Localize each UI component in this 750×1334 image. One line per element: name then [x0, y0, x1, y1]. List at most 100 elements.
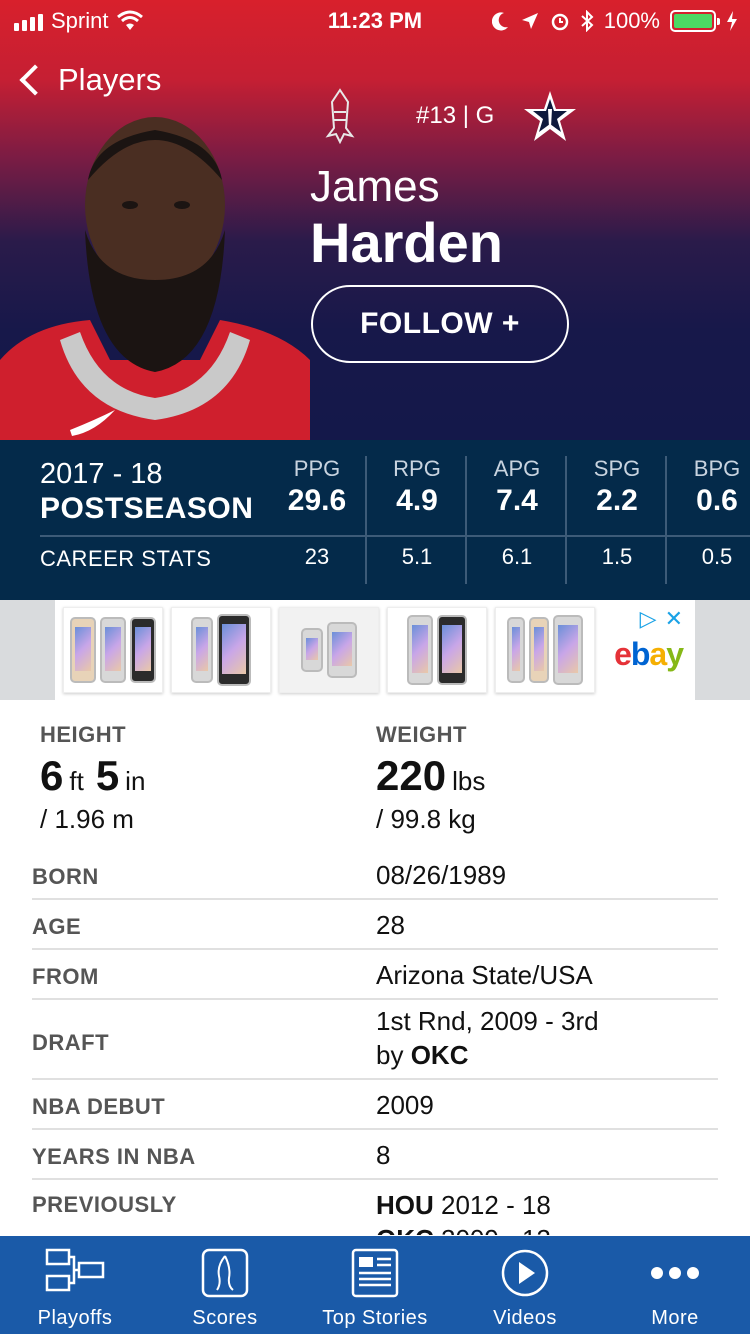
info-key: NBA DEBUT — [32, 1094, 166, 1119]
tab-more[interactable]: More — [600, 1236, 750, 1334]
height-label: HEIGHT — [40, 722, 127, 747]
player-bio: HEIGHT 6 ft 5 in / 1.96 m WEIGHT 220 lbs… — [0, 700, 750, 1235]
previous-team[interactable]: HOU — [376, 1190, 434, 1220]
info-value: 8 — [376, 1140, 391, 1170]
ad-product-image[interactable] — [63, 607, 163, 693]
charging-icon — [727, 11, 737, 31]
stat-label: APG — [493, 456, 541, 481]
info-value: 2009 — [376, 1090, 434, 1120]
stats-panel: 2017 - 18 POSTSEASON CAREER STATS PPG 29… — [0, 440, 750, 600]
player-first-name: James — [310, 162, 440, 211]
battery-icon — [670, 10, 720, 32]
info-key: FROM — [32, 964, 99, 989]
previous-years: 2009 - 12 — [441, 1224, 551, 1235]
alarm-icon — [551, 13, 568, 31]
status-bar: Sprint 11:23 PM 100% — [0, 0, 750, 40]
ad-product-image[interactable] — [171, 607, 271, 693]
ad-product-image[interactable] — [387, 607, 487, 693]
info-key: YEARS IN NBA — [32, 1144, 196, 1169]
more-dots-icon — [651, 1267, 699, 1279]
bluetooth-icon — [581, 10, 594, 32]
news-icon — [351, 1248, 399, 1298]
info-value: 1st Rnd, 2009 - 3rd — [376, 1006, 599, 1036]
draft-team[interactable]: OKC — [411, 1040, 469, 1070]
previous-team[interactable]: OKC — [376, 1224, 434, 1235]
height-inches-unit: in — [125, 766, 146, 796]
info-row-previously: PREVIOUSLY HOU 2012 - 18 OKC 2009 - 12 — [32, 1180, 718, 1235]
info-value-line2: by OKC — [376, 1040, 468, 1071]
career-stat-value: 23 — [304, 544, 330, 569]
career-stat-value: 0.5 — [701, 544, 733, 569]
stat-label: PPG — [293, 456, 341, 481]
ebay-logo[interactable]: ebay — [614, 636, 684, 673]
player-last-name: Harden — [310, 211, 503, 274]
player-header: Sprint 11:23 PM 100% Players #13 | G Jam… — [0, 0, 750, 440]
height-value: 6 ft 5 in — [40, 752, 145, 800]
tab-playoffs[interactable]: Playoffs — [0, 1236, 150, 1334]
weight-value: 220 lbs — [376, 752, 485, 800]
tab-scores[interactable]: Scores — [150, 1236, 300, 1334]
follow-button[interactable]: FOLLOW + — [311, 285, 569, 363]
draft-by-label: by — [376, 1040, 404, 1070]
stat-column-spg: SPG 2.2 1.5 — [567, 456, 667, 570]
info-key: PREVIOUSLY — [32, 1192, 177, 1217]
stat-label: SPG — [593, 456, 641, 481]
stat-value: 0.6 — [696, 484, 738, 517]
ad-product-image[interactable] — [279, 607, 379, 693]
season-type-label: POSTSEASON — [40, 492, 254, 525]
stat-column-ppg: PPG 29.6 23 — [267, 456, 367, 570]
all-star-icon — [524, 91, 577, 141]
info-value: 08/26/1989 — [376, 860, 507, 890]
player-photo — [0, 117, 310, 440]
stat-value: 7.4 — [496, 484, 538, 517]
career-stat-value: 1.5 — [601, 544, 633, 569]
tab-label: Playoffs — [37, 1307, 113, 1329]
rockets-logo-icon — [325, 88, 355, 144]
info-row-from: FROM Arizona State/USA — [32, 950, 718, 1000]
stat-label: BPG — [693, 456, 741, 481]
scores-icon — [201, 1248, 249, 1298]
career-stats-label: CAREER STATS — [40, 546, 212, 571]
info-row-age: AGE 28 — [32, 900, 718, 950]
info-key: DRAFT — [32, 1030, 110, 1055]
weight-label: WEIGHT — [376, 722, 467, 747]
weight-unit: lbs — [452, 766, 486, 796]
height-inches: 5 — [95, 752, 120, 799]
tab-label: Scores — [192, 1307, 258, 1329]
back-button[interactable]: Players — [16, 62, 161, 98]
tab-label: Top Stories — [322, 1307, 428, 1329]
info-key: AGE — [32, 914, 82, 939]
battery-percent: 100% — [603, 8, 660, 33]
stat-column-rpg: RPG 4.9 5.1 — [367, 456, 467, 570]
info-row-years-in-nba: YEARS IN NBA 8 — [32, 1130, 718, 1180]
career-stat-value: 6.1 — [501, 544, 533, 569]
bracket-icon — [45, 1248, 105, 1292]
career-stat-value: 5.1 — [401, 544, 433, 569]
ad-banner[interactable]: ▷ ✕ ebay — [0, 600, 750, 700]
weight-metric: / 99.8 kg — [376, 804, 476, 834]
moon-icon — [491, 12, 508, 31]
location-arrow-icon — [521, 13, 538, 29]
info-row-born: BORN 08/26/1989 — [32, 850, 718, 900]
tab-top-stories[interactable]: Top Stories — [300, 1236, 450, 1334]
info-value: 28 — [376, 910, 405, 940]
adchoices-icon[interactable]: ▷ — [640, 606, 657, 632]
info-key: BORN — [32, 864, 99, 889]
info-value: OKC 2009 - 12 — [376, 1224, 551, 1235]
back-label: Players — [58, 62, 162, 97]
tab-label: Videos — [493, 1307, 557, 1329]
stat-value: 2.2 — [596, 484, 638, 517]
stat-label: RPG — [393, 456, 441, 481]
height-metric: / 1.96 m — [40, 804, 134, 834]
play-icon — [501, 1249, 549, 1297]
previous-years: 2012 - 18 — [441, 1190, 551, 1220]
stat-value: 4.9 — [396, 484, 438, 517]
tab-videos[interactable]: Videos — [450, 1236, 600, 1334]
tab-label: More — [651, 1307, 699, 1329]
height-feet: 6 — [40, 752, 64, 799]
season-label: 2017 - 18 — [40, 458, 163, 490]
info-row-draft: DRAFT 1st Rnd, 2009 - 3rd by OKC — [32, 1000, 718, 1080]
ad-product-image[interactable] — [495, 607, 595, 693]
close-icon[interactable]: ✕ — [665, 606, 683, 632]
chevron-left-icon — [19, 64, 51, 96]
